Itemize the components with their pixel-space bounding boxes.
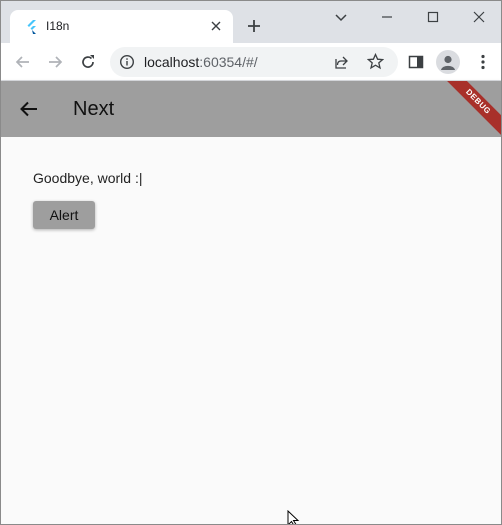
browser-tab[interactable]: I18n	[10, 10, 233, 43]
tab-search-chevron-icon[interactable]	[331, 7, 351, 27]
site-info-icon[interactable]	[119, 54, 135, 70]
forward-icon[interactable]	[45, 52, 65, 72]
debug-banner: DEBUG	[441, 81, 501, 137]
tab-strip: I18n	[1, 1, 501, 43]
page-title: Next	[73, 98, 115, 120]
app-body: Goodbye, world :| Alert	[1, 137, 501, 524]
mouse-cursor-icon	[287, 510, 300, 524]
bookmark-star-icon[interactable]	[367, 53, 384, 70]
close-window-icon[interactable]	[469, 7, 489, 27]
message-text: Goodbye, world :|	[33, 170, 143, 186]
url-text: localhost:60354/#/	[144, 54, 258, 70]
more-menu-icon[interactable]	[473, 52, 493, 72]
person-icon	[441, 55, 455, 70]
app-bar: Next DEBUG	[1, 81, 501, 137]
profile-avatar[interactable]	[436, 50, 460, 74]
reload-icon[interactable]	[78, 52, 98, 72]
new-tab-icon[interactable]	[245, 17, 263, 35]
flutter-logo-icon	[27, 20, 36, 34]
address-bar[interactable]: localhost:60354/#/	[110, 47, 398, 77]
browser-toolbar: localhost:60354/#/	[1, 43, 501, 81]
share-icon[interactable]	[334, 54, 350, 70]
back-icon[interactable]	[13, 52, 33, 72]
tab-title: I18n	[46, 19, 70, 33]
browser-window: I18n localhost:60354/#/ Next DEBUG Goodb…	[0, 0, 502, 525]
alert-button[interactable]: Alert	[33, 201, 95, 229]
back-arrow-icon[interactable]	[17, 97, 41, 121]
minimize-icon[interactable]	[377, 7, 397, 27]
side-panel-icon[interactable]	[406, 52, 426, 72]
maximize-icon[interactable]	[423, 7, 443, 27]
close-tab-icon[interactable]	[207, 17, 225, 35]
